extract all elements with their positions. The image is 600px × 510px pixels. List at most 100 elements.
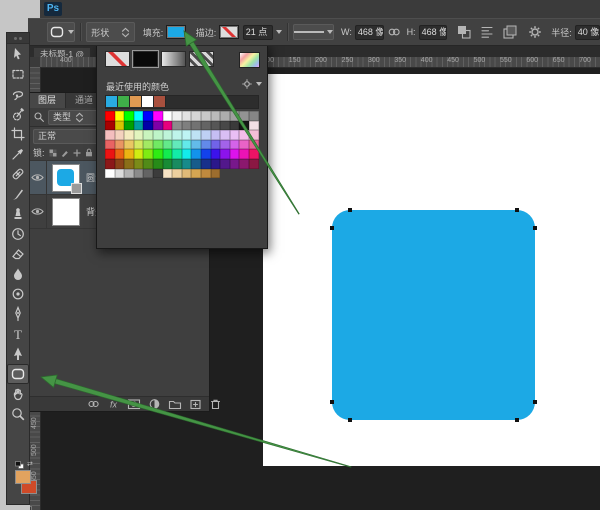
shape-anchor-point[interactable] (348, 418, 352, 422)
color-swatch[interactable] (115, 130, 125, 140)
color-swatch[interactable] (182, 149, 192, 159)
color-swatch[interactable] (230, 149, 240, 159)
color-swatch[interactable] (239, 130, 249, 140)
color-swatch[interactable] (124, 169, 134, 179)
rounded-rectangle-shape[interactable] (332, 210, 535, 420)
color-swatch[interactable] (134, 169, 144, 179)
color-swatch[interactable] (182, 111, 192, 121)
link-dimensions-icon[interactable] (387, 25, 401, 39)
move-tool[interactable] (7, 44, 29, 64)
shape-anchor-point[interactable] (515, 418, 519, 422)
color-swatch[interactable] (239, 111, 249, 121)
color-swatch[interactable] (220, 140, 230, 150)
tool-preset-dropdown[interactable] (47, 22, 75, 42)
stroke-color-swatch[interactable] (219, 25, 238, 39)
color-swatch[interactable] (153, 149, 163, 159)
color-swatch[interactable] (220, 149, 230, 159)
color-swatch[interactable] (191, 159, 201, 169)
color-swatch[interactable] (163, 130, 173, 140)
rounded-rectangle-tool[interactable] (7, 364, 29, 384)
stroke-type-select[interactable] (293, 24, 334, 40)
brush-tool[interactable] (7, 184, 29, 204)
fill-type-no-color[interactable] (105, 51, 130, 67)
eraser-tool[interactable] (7, 244, 29, 264)
lasso-tool[interactable] (7, 84, 29, 104)
color-swatch[interactable] (115, 169, 125, 179)
path-align-icon[interactable] (479, 24, 495, 40)
shape-height-input[interactable]: 468 像素 (419, 25, 448, 40)
color-swatch[interactable] (105, 169, 115, 179)
path-arrange-icon[interactable] (502, 24, 518, 40)
color-swatch[interactable] (201, 130, 211, 140)
color-swatch[interactable] (191, 130, 201, 140)
color-swatch[interactable] (239, 140, 249, 150)
color-swatch[interactable] (220, 121, 230, 131)
color-swatch[interactable] (153, 159, 163, 169)
color-swatch[interactable] (105, 130, 115, 140)
color-swatch[interactable] (143, 149, 153, 159)
shape-anchor-point[interactable] (330, 226, 334, 230)
color-swatch[interactable] (211, 111, 221, 121)
link-layers-icon[interactable] (87, 398, 100, 410)
color-swatch[interactable] (230, 111, 240, 121)
color-swatch[interactable] (163, 111, 173, 121)
color-swatch[interactable] (191, 149, 201, 159)
color-swatch[interactable] (191, 111, 201, 121)
color-swatch[interactable] (249, 130, 259, 140)
tools-panel-grip[interactable] (7, 33, 29, 44)
layer-filter-select[interactable]: 类型 (48, 110, 102, 125)
fill-type-pattern[interactable] (189, 51, 214, 67)
color-swatch[interactable] (124, 159, 134, 169)
color-swatch[interactable] (191, 121, 201, 131)
layer-thumbnail[interactable] (52, 164, 80, 192)
color-swatch[interactable] (134, 130, 144, 140)
hand-tool[interactable] (7, 384, 29, 404)
shape-anchor-point[interactable] (515, 208, 519, 212)
color-swatch[interactable] (143, 169, 153, 179)
eyedropper-tool[interactable] (7, 144, 29, 164)
color-swatch[interactable] (134, 111, 144, 121)
color-swatch[interactable] (230, 130, 240, 140)
color-swatch[interactable] (191, 140, 201, 150)
color-swatch[interactable] (220, 130, 230, 140)
color-swatch[interactable] (201, 121, 211, 131)
color-swatch[interactable] (182, 169, 192, 179)
color-swatch[interactable] (115, 121, 125, 131)
delete-layer-icon[interactable] (209, 398, 222, 410)
color-swatch[interactable] (115, 111, 125, 121)
color-swatch[interactable] (105, 111, 115, 121)
layer-mask-icon[interactable] (127, 398, 141, 410)
recent-color-swatch[interactable] (106, 96, 118, 107)
swatches-menu-button[interactable] (241, 78, 262, 90)
color-swatch[interactable] (124, 140, 134, 150)
color-swatch[interactable] (211, 149, 221, 159)
quick-selection-tool[interactable] (7, 104, 29, 124)
healing-brush-tool[interactable] (7, 164, 29, 184)
adjustment-layer-icon[interactable] (148, 398, 161, 410)
color-swatch[interactable] (249, 159, 259, 169)
color-swatch[interactable] (220, 111, 230, 121)
color-swatch[interactable] (230, 140, 240, 150)
color-swatch[interactable] (115, 159, 125, 169)
radius-input[interactable]: 40 像素 (575, 25, 600, 40)
color-swatch[interactable] (163, 140, 173, 150)
fx-icon[interactable]: fx (107, 398, 120, 410)
color-swatch[interactable] (115, 149, 125, 159)
color-swatch[interactable] (143, 159, 153, 169)
color-swatch[interactable] (172, 121, 182, 131)
new-layer-icon[interactable] (189, 398, 202, 410)
fill-color-swatch[interactable] (166, 25, 185, 39)
dodge-tool[interactable] (7, 284, 29, 304)
color-swatch[interactable] (211, 169, 221, 179)
color-swatch[interactable] (201, 140, 211, 150)
color-swatch[interactable] (182, 159, 192, 169)
color-swatch[interactable] (134, 159, 144, 169)
recent-color-swatch[interactable] (130, 96, 142, 107)
color-swatch[interactable] (201, 111, 211, 121)
color-swatch[interactable] (124, 121, 134, 131)
swap-colors-icon[interactable]: ⇄ (27, 460, 33, 468)
fill-type-gradient[interactable] (161, 51, 186, 67)
color-swatch[interactable] (143, 111, 153, 121)
fill-type-solid-color[interactable] (133, 51, 158, 67)
zoom-tool[interactable] (7, 404, 29, 424)
